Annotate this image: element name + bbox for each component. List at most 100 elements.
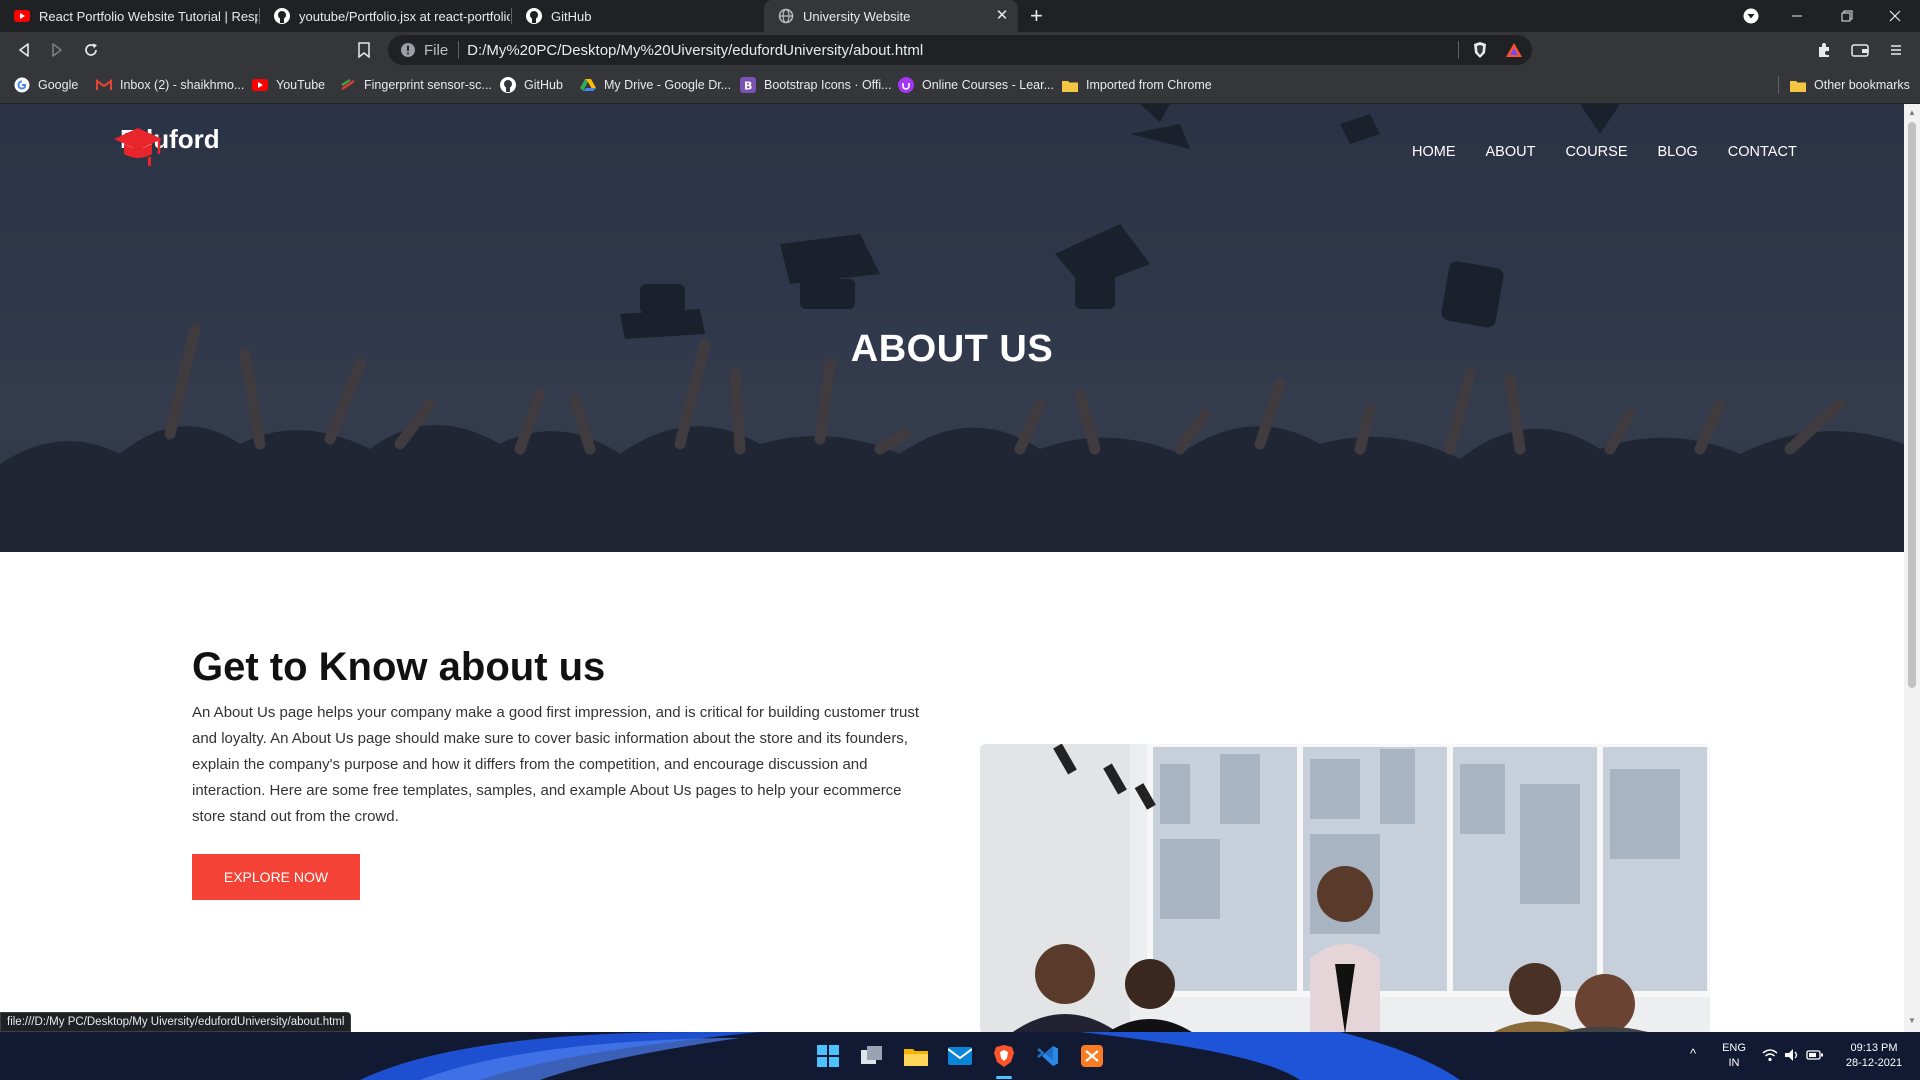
wifi-icon[interactable] <box>1762 1048 1778 1067</box>
windows-start-icon[interactable] <box>812 1040 844 1072</box>
bootstrap-icon: B <box>740 77 756 93</box>
extensions-icon[interactable] <box>1810 36 1838 64</box>
new-tab-button[interactable]: + <box>1030 3 1043 29</box>
youtube-icon <box>14 8 30 24</box>
bookmark-label: YouTube <box>276 78 326 92</box>
nav-contact[interactable]: CONTACT <box>1728 144 1797 160</box>
language-code: ENG <box>1722 1042 1746 1054</box>
volume-icon[interactable] <box>1784 1048 1800 1067</box>
bookmark-label: Imported from Chrome <box>1086 78 1212 92</box>
browser-toolbar: File D:/My%20PC/Desktop/My%20Uiversity/e… <box>0 32 1920 68</box>
drive-icon <box>580 77 596 93</box>
folder-icon <box>1790 77 1806 93</box>
bookmark-label: Fingerprint sensor-sc... <box>364 78 492 92</box>
bookmark-gmail[interactable]: Inbox (2) - shaikhmo... <box>96 68 244 102</box>
tab-github[interactable]: GitHub <box>512 0 762 32</box>
close-window-icon[interactable] <box>1872 0 1918 32</box>
minimize-icon[interactable] <box>1774 0 1820 32</box>
info-icon[interactable] <box>400 42 416 63</box>
address-url[interactable]: D:/My%20PC/Desktop/My%20Uiversity/edufor… <box>467 42 923 59</box>
tab-title: React Portfolio Website Tutorial | Respo… <box>39 8 258 24</box>
task-view-icon[interactable] <box>856 1040 888 1072</box>
scroll-thumb[interactable] <box>1908 122 1916 688</box>
windows-taskbar: ^ ENG IN 09:13 PM 28-12-2021 <box>0 1032 1920 1080</box>
reload-icon[interactable] <box>77 36 105 64</box>
tab-university-website[interactable]: University Website ✕ <box>764 0 1018 32</box>
active-app-indicator <box>996 1076 1012 1079</box>
about-description: An About Us page helps your company make… <box>192 704 920 825</box>
svg-text:B: B <box>744 80 752 93</box>
main-nav: HOME ABOUT COURSE BLOG CONTACT <box>1412 144 1827 160</box>
battery-icon[interactable] <box>1806 1048 1824 1067</box>
bookmark-bootstrap-icons[interactable]: B Bootstrap Icons · Offi... <box>740 68 892 102</box>
bookmark-label: GitHub <box>524 78 563 92</box>
nav-home[interactable]: HOME <box>1412 144 1456 160</box>
tab-title: GitHub <box>551 8 592 24</box>
omnibox-divider <box>1458 41 1459 59</box>
tab-title: University Website <box>803 8 911 24</box>
bookmark-label: My Drive - Google Dr... <box>604 78 732 92</box>
nav-course[interactable]: COURSE <box>1565 144 1627 160</box>
bookmark-fingerprint[interactable]: Fingerprint sensor-sc... <box>340 68 492 102</box>
nav-about[interactable]: ABOUT <box>1486 144 1536 160</box>
language-indicator[interactable]: ENG IN <box>1716 1041 1752 1071</box>
address-divider <box>458 41 460 59</box>
back-icon[interactable] <box>10 36 38 64</box>
bookmark-label: Bootstrap Icons · Offi... <box>764 78 892 92</box>
bookmark-google[interactable]: Google <box>14 68 78 102</box>
bookmark-page-icon[interactable] <box>350 36 378 64</box>
wallet-icon[interactable] <box>1846 36 1874 64</box>
tab-react-portfolio[interactable]: React Portfolio Website Tutorial | Respo… <box>0 0 258 32</box>
explore-now-button[interactable]: EXPLORE NOW <box>192 854 360 900</box>
nav-blog[interactable]: BLOG <box>1658 144 1698 160</box>
brave-icon[interactable] <box>988 1040 1020 1072</box>
brave-rewards-icon[interactable] <box>1500 36 1528 64</box>
bookmark-online-courses[interactable]: Online Courses - Lear... <box>898 68 1054 102</box>
bookmarks-bar: Google Inbox (2) - shaikhmo... YouTube F… <box>0 68 1920 104</box>
bookmark-label: Online Courses - Lear... <box>922 78 1055 92</box>
close-tab-icon[interactable]: ✕ <box>994 8 1010 24</box>
youtube-icon <box>252 77 268 93</box>
globe-icon <box>778 8 794 24</box>
about-heading: Get to Know about us <box>192 645 606 689</box>
github-icon <box>500 77 516 93</box>
forward-icon[interactable] <box>43 36 71 64</box>
menu-icon[interactable] <box>1882 36 1910 64</box>
region-code: IN <box>1728 1057 1740 1069</box>
status-bar-url: file:///D:/My PC/Desktop/My Uiversity/ed… <box>0 1012 352 1032</box>
address-bar[interactable]: File D:/My%20PC/Desktop/My%20Uiversity/e… <box>388 35 1532 65</box>
file-explorer-icon[interactable] <box>900 1040 932 1072</box>
clock-date: 28-12-2021 <box>1845 1057 1903 1069</box>
site-logo[interactable]: Eduford <box>112 124 220 166</box>
brave-menu-icon[interactable] <box>1728 0 1774 32</box>
address-scheme: File <box>424 41 449 59</box>
bookmark-youtube[interactable]: YouTube <box>252 68 325 102</box>
brave-shields-icon[interactable] <box>1466 36 1494 64</box>
page-viewport: Eduford HOME ABOUT COURSE BLOG CONTACT A… <box>0 104 1904 1032</box>
udemy-icon <box>898 77 914 93</box>
github-icon <box>526 8 542 24</box>
bookmark-github[interactable]: GitHub <box>500 68 563 102</box>
other-bookmarks[interactable]: Other bookmarks <box>1790 68 1910 102</box>
hero-section: Eduford HOME ABOUT COURSE BLOG CONTACT A… <box>0 104 1904 552</box>
page-title: ABOUT US <box>850 328 1054 370</box>
clock-time: 09:13 PM <box>1850 1042 1898 1054</box>
clock[interactable]: 09:13 PM 28-12-2021 <box>1832 1041 1916 1071</box>
scroll-up-icon[interactable]: ▲ <box>1908 108 1916 117</box>
scroll-down-icon[interactable]: ▼ <box>1908 1016 1916 1025</box>
tab-title: youtube/Portfolio.jsx at react-portfolio… <box>299 8 510 24</box>
gmail-icon <box>96 77 112 93</box>
bookmark-google-drive[interactable]: My Drive - Google Dr... <box>580 68 731 102</box>
github-icon <box>274 8 290 24</box>
bookmark-label: Google <box>38 78 79 92</box>
vscode-icon[interactable] <box>1032 1040 1064 1072</box>
bookmark-imported-folder[interactable]: Imported from Chrome <box>1062 68 1212 102</box>
mail-icon[interactable] <box>944 1040 976 1072</box>
tab-github-portfolio[interactable]: youtube/Portfolio.jsx at react-portfolio… <box>260 0 510 32</box>
restore-icon[interactable] <box>1824 0 1870 32</box>
page-scrollbar[interactable]: ▲ ▼ <box>1904 104 1920 1032</box>
show-hidden-icons-icon[interactable]: ^ <box>1690 1046 1696 1061</box>
google-icon <box>14 77 30 93</box>
bookmark-label: Inbox (2) - shaikhmo... <box>120 78 245 92</box>
xampp-icon[interactable] <box>1076 1040 1108 1072</box>
